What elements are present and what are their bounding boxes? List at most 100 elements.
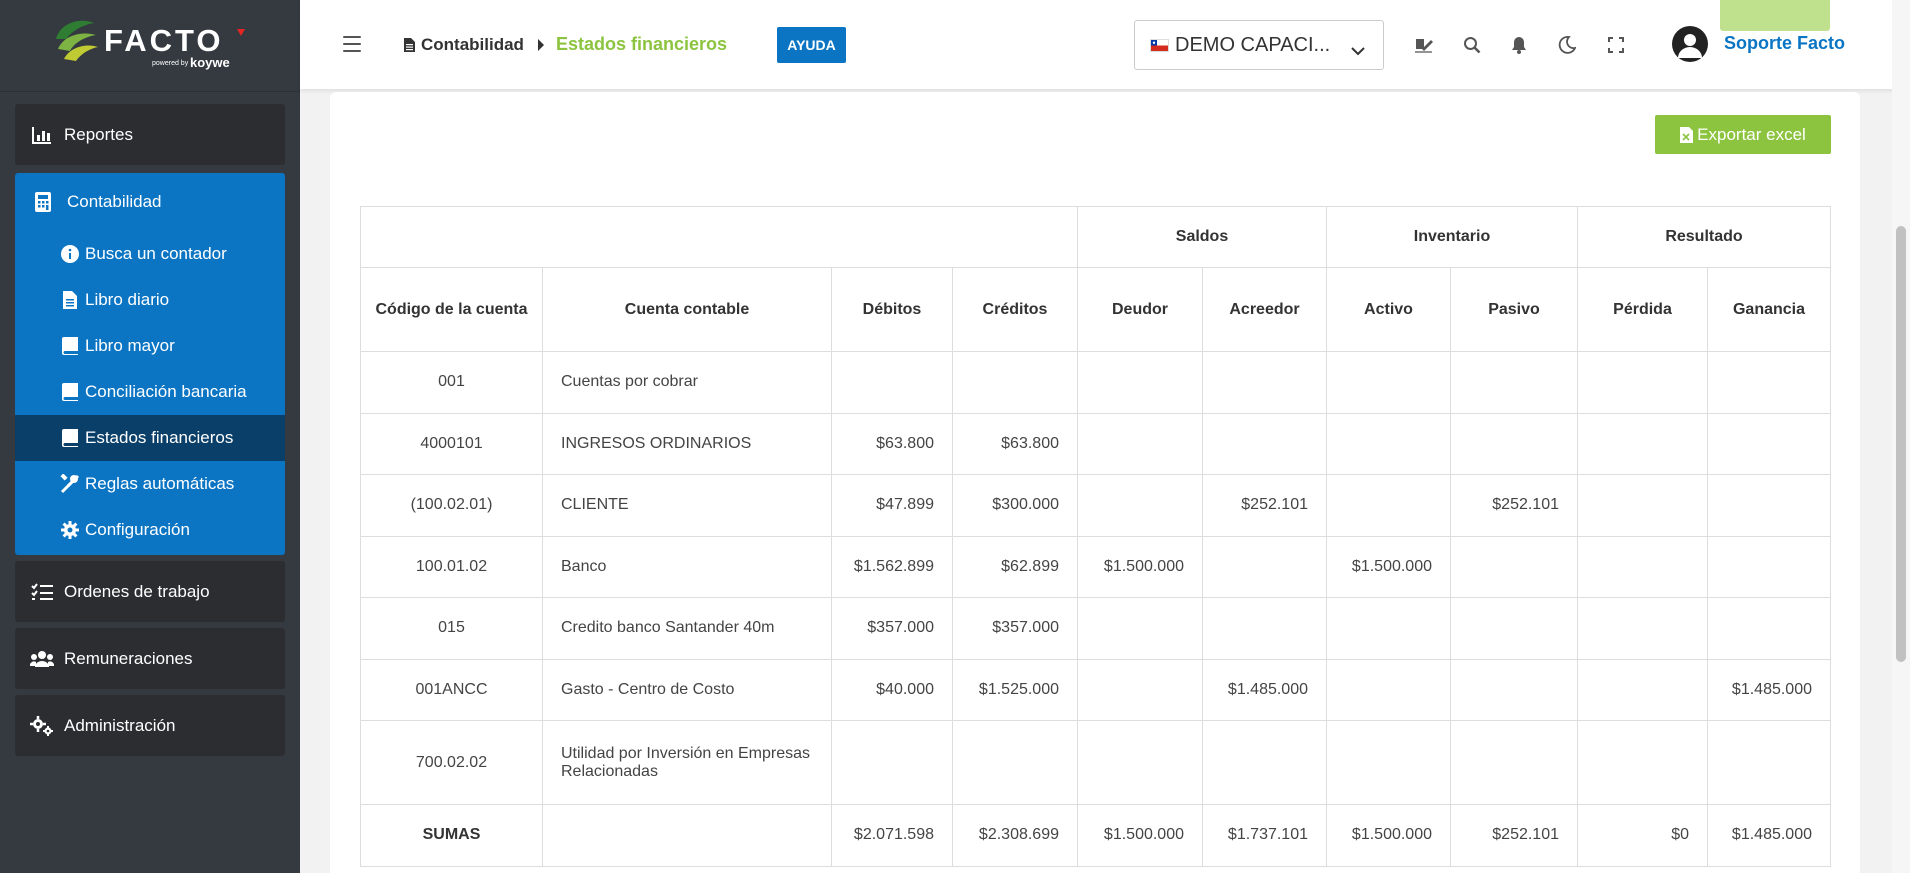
sidebar-item-contabilidad[interactable]: Contabilidad (15, 173, 285, 231)
book-icon (59, 382, 81, 402)
sidebar-item-conciliacion[interactable]: Conciliación bancaria (15, 369, 285, 415)
table-cell: 700.02.02 (360, 720, 543, 805)
breadcrumb: Contabilidad Estados financieros (404, 34, 727, 55)
help-button[interactable]: AYUDA (777, 27, 846, 63)
search-icon[interactable] (1461, 34, 1483, 56)
totals-cell: $252.101 (1450, 804, 1578, 867)
sidebar-item-libro-mayor[interactable]: Libro mayor (15, 323, 285, 369)
totals-cell: $2.308.699 (952, 804, 1078, 867)
group-header-inventario: Inventario (1326, 206, 1578, 268)
sidebar-item-libro-diario[interactable]: Libro diario (15, 277, 285, 323)
sidebar-item-estados-financieros[interactable]: Estados financieros (15, 415, 285, 461)
vertical-scrollbar[interactable] (1892, 0, 1910, 873)
file-icon (404, 37, 415, 52)
empty-group-cell (360, 206, 1078, 268)
table-cell (1707, 474, 1831, 537)
excel-file-icon (1680, 126, 1694, 143)
table-cell (1450, 720, 1578, 805)
table-cell: $357.000 (952, 597, 1078, 660)
table-row: 4000101 INGRESOS ORDINARIOS $63.800 $63.800 (360, 412, 1831, 475)
export-excel-label: Exportar excel (1697, 124, 1806, 144)
breadcrumb-current: Estados financieros (555, 34, 728, 54)
table-cell (1202, 720, 1327, 805)
moon-icon[interactable] (1556, 34, 1578, 56)
top-action-button[interactable] (1720, 0, 1830, 31)
sidebar-item-busca-contador[interactable]: Busca un contador (15, 231, 285, 277)
table-cell: INGRESOS ORDINARIOS (542, 412, 832, 475)
sidebar-item-label: Administración (64, 715, 176, 735)
breadcrumb-section-label: Contabilidad (421, 34, 524, 54)
avatar[interactable] (1672, 26, 1708, 62)
table-cell (1202, 412, 1327, 475)
column-header: Cuenta contable (542, 267, 832, 352)
sidebar-item-label: Estados financieros (85, 428, 234, 447)
table-cell (1077, 474, 1203, 537)
sidebar-item-administracion[interactable]: Administración (15, 695, 285, 756)
totals-cell: $1.737.101 (1202, 804, 1327, 867)
sidebar-item-label: Configuración (85, 520, 190, 539)
group-header-resultado: Resultado (1577, 206, 1831, 268)
column-header: Ganancia (1707, 267, 1831, 352)
brand-logo[interactable]: FACTO powered by koywe (0, 0, 300, 92)
table-row: 100.01.02 Banco $1.562.899 $62.899 $1.500.00… (360, 535, 1831, 598)
financial-statements-card: Exportar excel Saldos Inventario Resulta… (330, 92, 1860, 873)
column-header: Débitos (831, 267, 953, 352)
sidebar-item-reportes[interactable]: Reportes (15, 104, 285, 165)
export-excel-button[interactable]: Exportar excel (1655, 115, 1831, 154)
sidebar-item-label: Reglas automáticas (85, 474, 235, 493)
sidebar-item-ordenes[interactable]: Ordenes de trabajo (15, 561, 285, 622)
signature-icon[interactable] (1413, 34, 1435, 56)
menu-toggle-icon[interactable] (343, 36, 361, 52)
table-cell (1326, 658, 1451, 721)
table-cell: 015 (360, 597, 543, 660)
table-cell (831, 351, 953, 414)
sidebar-item-remuneraciones[interactable]: Remuneraciones (15, 628, 285, 689)
file-icon (59, 290, 81, 310)
table-cell: $62.899 (952, 535, 1078, 598)
table-cell (952, 351, 1078, 414)
table-cell (1577, 658, 1708, 721)
table-cell (1707, 720, 1831, 805)
column-header: Activo (1326, 267, 1451, 352)
book-icon (59, 428, 81, 448)
tasks-icon (30, 580, 54, 604)
totals-cell (542, 804, 832, 867)
table-cell (1450, 351, 1578, 414)
fullscreen-icon[interactable] (1605, 34, 1627, 56)
breadcrumb-section[interactable]: Contabilidad (404, 35, 524, 55)
table-cell: 4000101 (360, 412, 543, 475)
table-cell (1577, 720, 1708, 805)
sidebar-item-reglas[interactable]: Reglas automáticas (15, 461, 285, 507)
sidebar-item-label: Busca un contador (85, 244, 227, 263)
column-header: Deudor (1077, 267, 1203, 352)
table-cell: $1.562.899 (831, 535, 953, 598)
company-select[interactable]: DEMO CAPACI... (1134, 20, 1384, 70)
column-header: Créditos (952, 267, 1078, 352)
scrollbar-thumb[interactable] (1896, 226, 1906, 662)
table-cell (1202, 535, 1327, 598)
sidebar-item-configuracion[interactable]: Configuración (15, 507, 285, 553)
table-cell: Banco (542, 535, 832, 598)
table-cell: $252.101 (1202, 474, 1327, 537)
table-cell (1577, 597, 1708, 660)
bell-icon[interactable] (1508, 34, 1530, 56)
sidebar-item-label: Contabilidad (67, 192, 162, 211)
user-name-link[interactable]: Soporte Facto (1724, 33, 1845, 54)
table-cell (1707, 597, 1831, 660)
table-cell: Cuentas por cobrar (542, 351, 832, 414)
table-cell (1326, 597, 1451, 660)
table-cell (1577, 351, 1708, 414)
column-header: Acreedor (1202, 267, 1327, 352)
column-header: Código de la cuenta (360, 267, 543, 352)
users-icon (30, 647, 54, 671)
table-cell (1450, 658, 1578, 721)
chevron-down-icon (1351, 39, 1365, 62)
table-row: 001 Cuentas por cobrar (360, 351, 1831, 414)
table-row: (100.02.01) CLIENTE $47.899 $300.000 $252.10… (360, 474, 1831, 537)
info-icon (59, 244, 81, 264)
totals-cell: $2.071.598 (831, 804, 953, 867)
table-row: 700.02.02 Utilidad por Inversión en Empre… (360, 720, 1831, 805)
book-icon (59, 336, 81, 356)
table-cell (831, 720, 953, 805)
table-cell (1707, 412, 1831, 475)
